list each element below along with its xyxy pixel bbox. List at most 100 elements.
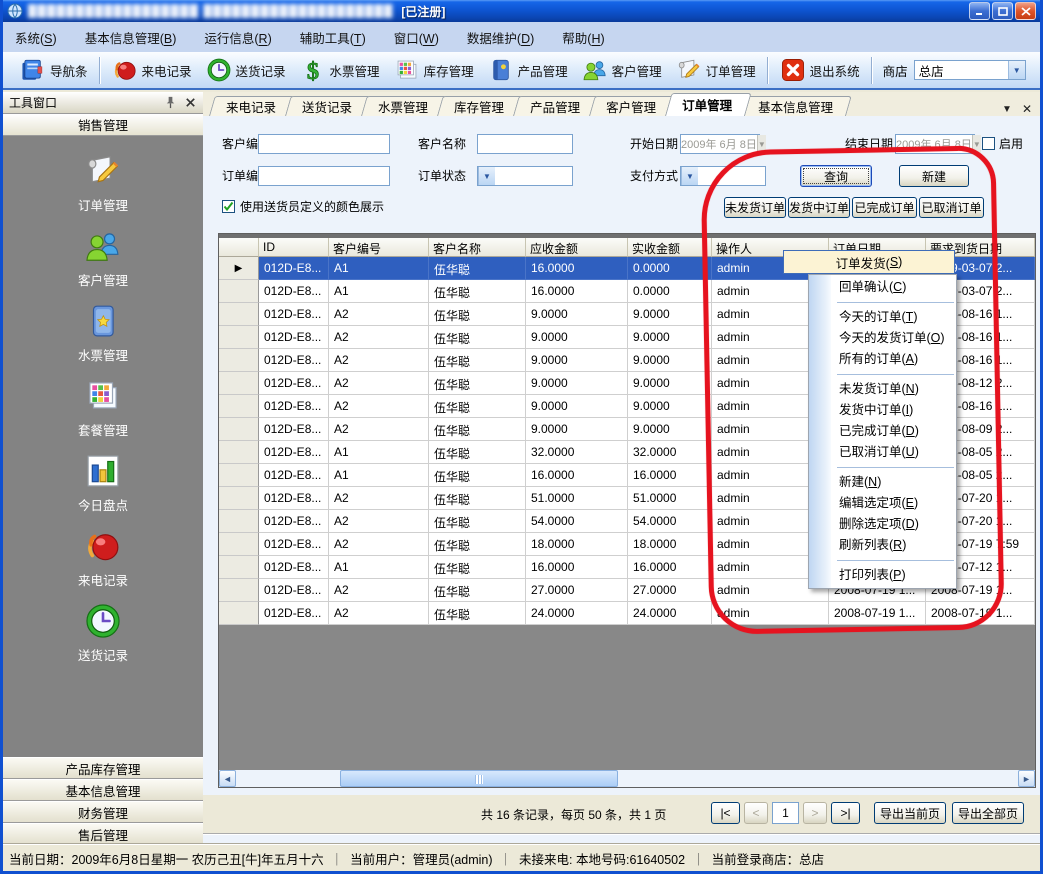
- pin-icon[interactable]: [164, 96, 177, 109]
- context-menu-item[interactable]: 新建(N): [809, 472, 956, 493]
- toolbar-button-bell[interactable]: 来电记录: [105, 55, 199, 85]
- context-menu-item[interactable]: 所有的订单(A): [809, 349, 956, 370]
- row-selector-cell[interactable]: ▶: [219, 257, 259, 280]
- toolbar-button-dollar[interactable]: $水票管理: [293, 55, 387, 85]
- row-selector-cell[interactable]: [219, 395, 259, 418]
- column-header-客户名称[interactable]: 客户名称: [429, 238, 526, 257]
- context-menu-item[interactable]: 回单确认(C): [809, 277, 956, 298]
- status-filter-button[interactable]: 已取消订单: [919, 197, 984, 218]
- menubar-item[interactable]: 窗口(W): [394, 28, 439, 47]
- sidebar-group-产品库存管理[interactable]: 产品库存管理: [3, 757, 203, 779]
- row-selector-cell[interactable]: [219, 487, 259, 510]
- export-all-pages-button[interactable]: 导出全部页: [952, 802, 1024, 824]
- context-menu-item[interactable]: 编辑选定项(E): [809, 493, 956, 514]
- context-menu-item[interactable]: 刷新列表(R): [809, 535, 956, 556]
- horizontal-scrollbar[interactable]: ◄ ►: [219, 770, 1035, 787]
- end-date-picker[interactable]: 2009年 6月 8日 ▼: [895, 134, 975, 154]
- tab-送货记录[interactable]: 送货记录: [285, 96, 365, 116]
- sidebar-group-sales[interactable]: 销售管理: [3, 114, 203, 136]
- row-selector-cell[interactable]: [219, 303, 259, 326]
- sidebar-item-送货记录[interactable]: 送货记录: [3, 602, 203, 664]
- toolbar-button-scroll[interactable]: 订单管理: [669, 55, 763, 85]
- order-status-select[interactable]: ▼: [477, 166, 573, 186]
- context-menu-item[interactable]: 今天的发货订单(O): [809, 328, 956, 349]
- page-number-input[interactable]: [772, 802, 799, 824]
- sidebar-item-来电记录[interactable]: 来电记录: [3, 527, 203, 589]
- new-button[interactable]: 新建: [899, 165, 969, 187]
- scrollbar-thumb[interactable]: [340, 770, 618, 787]
- tab-list-dropdown-icon[interactable]: ▼: [1002, 104, 1012, 115]
- sidebar-item-套餐管理[interactable]: 套餐管理: [3, 377, 203, 439]
- context-menu-item[interactable]: 已完成订单(D): [809, 421, 956, 442]
- context-menu-item[interactable]: 未发货订单(N): [809, 379, 956, 400]
- toolbar-button-book[interactable]: 导航条: [13, 55, 95, 85]
- context-menu-item[interactable]: 已取消订单(U): [809, 442, 956, 463]
- sidebar-item-客户管理[interactable]: 客户管理: [3, 227, 203, 289]
- row-selector-cell[interactable]: [219, 602, 259, 625]
- toolbar-button-exit[interactable]: 退出系统: [773, 55, 867, 85]
- first-page-button[interactable]: |<: [711, 802, 740, 824]
- scrollbar-track[interactable]: [236, 770, 1018, 787]
- row-selector-cell[interactable]: [219, 441, 259, 464]
- row-selector-cell[interactable]: [219, 533, 259, 556]
- column-header-客户编号[interactable]: 客户编号: [329, 238, 429, 257]
- tab-客户管理[interactable]: 客户管理: [589, 96, 669, 116]
- toolbar-button-calendar[interactable]: 库存管理: [387, 55, 481, 85]
- export-current-page-button[interactable]: 导出当前页: [874, 802, 946, 824]
- shop-select[interactable]: 总店 ▼: [914, 60, 1026, 80]
- minimize-button[interactable]: [969, 2, 990, 20]
- toolbar-button-clock[interactable]: 送货记录: [199, 55, 293, 85]
- sidebar-group-售后管理[interactable]: 售后管理: [3, 823, 203, 845]
- menubar-item[interactable]: 数据维护(D): [467, 28, 534, 47]
- column-header-实收金额[interactable]: 实收金额: [628, 238, 712, 257]
- row-selector-cell[interactable]: [219, 349, 259, 372]
- row-selector-cell[interactable]: [219, 510, 259, 533]
- sidebar-group-财务管理[interactable]: 财务管理: [3, 801, 203, 823]
- menubar-item[interactable]: 基本信息管理(B): [85, 28, 177, 47]
- row-selector-cell[interactable]: [219, 326, 259, 349]
- menubar-item[interactable]: 系统(S): [15, 28, 57, 47]
- close-icon[interactable]: [184, 96, 197, 109]
- menubar-item[interactable]: 辅助工具(T): [300, 28, 366, 47]
- pay-method-select[interactable]: ▼: [680, 166, 766, 186]
- last-page-button[interactable]: >|: [831, 802, 860, 824]
- row-selector-cell[interactable]: [219, 280, 259, 303]
- tab-订单管理[interactable]: 订单管理: [665, 93, 745, 116]
- row-selector-cell[interactable]: [219, 556, 259, 579]
- context-menu-item[interactable]: 订单发货(S): [783, 250, 955, 274]
- start-date-picker[interactable]: 2009年 6月 8日 ▼: [680, 134, 760, 154]
- menubar-item[interactable]: 运行信息(R): [204, 28, 271, 47]
- tab-来电记录[interactable]: 来电记录: [209, 96, 289, 116]
- scroll-right-icon[interactable]: ►: [1018, 770, 1035, 787]
- row-selector-cell[interactable]: [219, 579, 259, 602]
- column-header-应收金额[interactable]: 应收金额: [526, 238, 628, 257]
- query-button[interactable]: 查询: [800, 165, 872, 187]
- menubar-item[interactable]: 帮助(H): [562, 28, 604, 47]
- status-filter-button[interactable]: 已完成订单: [852, 197, 917, 218]
- sidebar-item-水票管理[interactable]: 水票管理: [3, 302, 203, 364]
- context-menu-item[interactable]: 删除选定项(D): [809, 514, 956, 535]
- customer-no-input[interactable]: [258, 134, 390, 154]
- tab-close-icon[interactable]: ✕: [1022, 102, 1032, 116]
- sidebar-group-基本信息管理[interactable]: 基本信息管理: [3, 779, 203, 801]
- context-menu-item[interactable]: 打印列表(P): [809, 565, 956, 586]
- chevron-down-icon[interactable]: ▼: [478, 167, 495, 185]
- row-selector-cell[interactable]: [219, 418, 259, 441]
- status-filter-button[interactable]: 未发货订单: [724, 197, 786, 218]
- toolbar-button-people[interactable]: 客户管理: [575, 55, 669, 85]
- toolbar-button-bluebook[interactable]: 产品管理: [481, 55, 575, 85]
- tab-库存管理[interactable]: 库存管理: [437, 96, 517, 116]
- sidebar-item-订单管理[interactable]: 订单管理: [3, 152, 203, 214]
- order-no-input[interactable]: [258, 166, 390, 186]
- tab-产品管理[interactable]: 产品管理: [513, 96, 593, 116]
- prev-page-button[interactable]: <: [744, 802, 768, 824]
- tab-水票管理[interactable]: 水票管理: [361, 96, 441, 116]
- customer-name-input[interactable]: [477, 134, 573, 154]
- sidebar-item-今日盘点[interactable]: 今日盘点: [3, 452, 203, 514]
- status-filter-button[interactable]: 发货中订单: [788, 197, 850, 218]
- column-header-ID[interactable]: ID: [259, 238, 329, 257]
- delivery-color-checkbox[interactable]: [222, 200, 235, 213]
- chevron-down-icon[interactable]: ▼: [1008, 61, 1025, 79]
- context-menu-item[interactable]: 今天的订单(T): [809, 307, 956, 328]
- tab-基本信息管理[interactable]: 基本信息管理: [741, 96, 846, 116]
